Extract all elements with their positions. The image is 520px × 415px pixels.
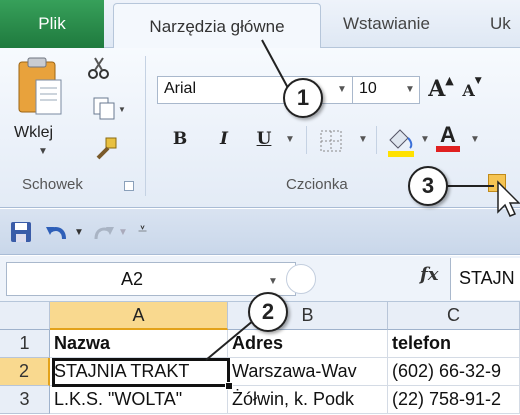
font-name-dropdown-icon[interactable]: ▼ <box>337 84 347 95</box>
grow-font-button[interactable]: A ▲ <box>428 74 454 104</box>
table-cell[interactable]: telefon <box>388 330 520 358</box>
font-size-dropdown-icon[interactable]: ▼ <box>405 84 415 95</box>
tab-page-layout[interactable]: Uk <box>490 0 511 48</box>
row-header-1[interactable]: 1 <box>0 330 50 358</box>
borders-icon[interactable] <box>318 128 344 154</box>
quick-access-toolbar: ▼ ▼ ⩡ <box>0 209 520 255</box>
format-painter-icon[interactable] <box>92 136 120 162</box>
shrink-font-button[interactable]: A ▼ <box>460 76 484 104</box>
paste-icon[interactable] <box>16 56 64 118</box>
tab-home[interactable]: Narzędzia główne <box>113 3 321 49</box>
row-header-3[interactable]: 3 <box>0 386 50 414</box>
tab-insert[interactable]: Wstawianie <box>343 0 430 48</box>
font-color-dropdown-icon[interactable]: ▼ <box>470 134 480 145</box>
underline-button[interactable]: U <box>250 124 278 154</box>
group-separator <box>145 56 146 196</box>
bold-button[interactable]: B <box>166 124 194 154</box>
table-cell[interactable]: Żółwin, k. Podk <box>228 386 388 414</box>
paste-dropdown-icon[interactable]: ▼ <box>38 146 48 157</box>
undo-dropdown-icon[interactable]: ▼ <box>74 227 84 238</box>
row-header-2[interactable]: 2 <box>0 358 50 386</box>
redo-dropdown-icon[interactable]: ▼ <box>118 227 128 238</box>
font-group-label: Czcionka <box>286 176 348 193</box>
table-cell[interactable]: Nazwa <box>50 330 228 358</box>
font-dialog-launcher[interactable] <box>488 174 506 192</box>
callout-3: 3 <box>408 166 448 206</box>
undo-icon[interactable] <box>44 221 70 243</box>
tab-file[interactable]: Plik <box>0 0 104 48</box>
customize-toolbar-icon[interactable]: ⩡ <box>138 221 147 239</box>
formula-input[interactable]: STAJN <box>450 258 520 300</box>
ribbon-tab-bar: Plik Narzędzia główne Wstawianie Uk <box>0 0 520 49</box>
table-cell[interactable]: (602) 66-32-9 <box>388 358 520 386</box>
clipboard-group-label: Schowek <box>22 176 83 193</box>
table-cell[interactable]: Warszawa-Wav <box>228 358 388 386</box>
copy-icon[interactable]: ▼ <box>92 96 126 120</box>
clipboard-dialog-launcher[interactable] <box>124 181 134 191</box>
fx-icon[interactable]: fx <box>420 264 438 285</box>
svg-text:▼: ▼ <box>118 105 126 114</box>
save-icon[interactable] <box>10 221 32 243</box>
fill-color-dropdown-icon[interactable]: ▼ <box>420 134 430 145</box>
table-cell[interactable]: STAJNIA TRAKT <box>50 358 228 386</box>
paste-button-label[interactable]: Wklej <box>14 124 53 142</box>
table-cell[interactable]: Adres <box>228 330 388 358</box>
column-header-a[interactable]: A <box>50 302 228 330</box>
callout-2: 2 <box>248 292 288 332</box>
formula-expand-icon[interactable] <box>286 264 316 294</box>
fill-handle[interactable] <box>225 382 233 390</box>
column-header-c[interactable]: C <box>388 302 520 330</box>
underline-dropdown-icon[interactable]: ▼ <box>285 134 295 145</box>
table-cell[interactable]: L.K.S. "WOLTA" <box>50 386 228 414</box>
font-color-button[interactable]: A <box>434 122 462 154</box>
callout-1: 1 <box>283 78 323 118</box>
redo-icon[interactable] <box>92 221 116 243</box>
name-box-dropdown-icon[interactable]: ▼ <box>268 276 278 287</box>
fill-color-icon[interactable] <box>384 124 418 158</box>
cut-icon[interactable] <box>86 56 112 80</box>
borders-dropdown-icon[interactable]: ▼ <box>358 134 368 145</box>
name-box[interactable]: A2 <box>6 262 296 296</box>
table-cell[interactable]: (22) 758-91-2 <box>388 386 520 414</box>
select-all-corner[interactable] <box>0 302 50 330</box>
divider <box>376 126 377 154</box>
divider <box>306 126 307 154</box>
italic-button[interactable]: I <box>210 124 238 154</box>
